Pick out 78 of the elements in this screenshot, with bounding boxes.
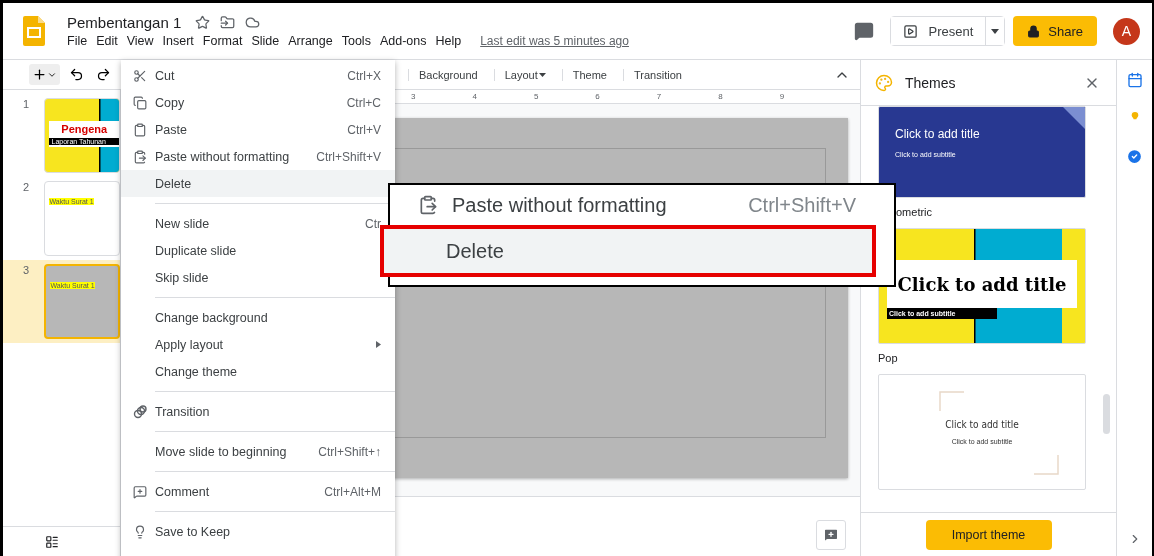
ruler-number: 6 [595, 92, 600, 101]
copy-icon [133, 95, 147, 110]
slides-logo [23, 16, 45, 46]
slide-number: 2 [23, 181, 31, 195]
calendar-icon[interactable] [1126, 72, 1143, 88]
menu-item[interactable]: Change theme [121, 358, 395, 385]
theme-title: Click to add title [895, 127, 981, 141]
slide-number: 1 [23, 98, 31, 112]
present-button[interactable]: Present [891, 17, 987, 45]
lightbulb-icon [133, 524, 147, 539]
document-title[interactable]: Pembentangan 1 [67, 14, 182, 31]
ruler-number: 4 [472, 92, 477, 101]
caret-icon [538, 72, 546, 77]
theme-title: Click to add title [897, 273, 1067, 295]
menu-item[interactable]: Slide [251, 34, 280, 48]
corner-drawing [1063, 107, 1085, 129]
menu-item[interactable]: View [126, 34, 154, 48]
cloud-icon[interactable] [245, 15, 261, 30]
transition-icon [133, 404, 147, 419]
lock-icon [1027, 24, 1041, 38]
comment-add-icon [823, 527, 839, 543]
scissors-icon [133, 68, 147, 83]
clipboard-icon [133, 122, 147, 137]
account-avatar[interactable]: A [1113, 17, 1140, 45]
menu-item[interactable]: Help [435, 34, 462, 48]
tasks-icon[interactable] [1126, 148, 1143, 165]
menu-item[interactable]: Format [202, 34, 243, 48]
plus-icon [32, 67, 47, 82]
menu-item[interactable]: Delete [380, 225, 876, 277]
menu-item[interactable]: Tools [341, 34, 371, 48]
slide-title: Pengena [61, 123, 108, 135]
ruler-number: 9 [779, 92, 785, 101]
folder-icon[interactable] [220, 15, 236, 30]
menu-item[interactable]: Delete [121, 170, 395, 197]
menu-item[interactable]: Apply layout [121, 331, 395, 358]
explore-button[interactable] [816, 520, 846, 550]
scrollbar-thumb[interactable] [1103, 394, 1110, 434]
toolbar-button[interactable]: Transition [623, 68, 692, 81]
import-theme-button[interactable]: Import theme [925, 519, 1052, 550]
new-slide-button[interactable] [29, 64, 60, 85]
theme-name: Pop [878, 352, 898, 364]
star-icon[interactable] [195, 15, 211, 30]
last-edit-link[interactable]: Last edit was 5 minutes ago [480, 34, 629, 48]
menu-item[interactable]: Cut Ctrl+X [121, 62, 395, 89]
menu-item[interactable]: Paste without formatting Ctrl+Shift+V [121, 143, 395, 170]
toolbar-button[interactable]: Background [408, 68, 488, 81]
share-button[interactable]: Share [1013, 16, 1097, 46]
toolbar-button[interactable]: Layout [493, 68, 556, 81]
theme-title: Click to add title [945, 419, 1019, 430]
menu-item[interactable]: Move slide to beginning Ctrl+Shift+↑ [121, 438, 395, 465]
menu-item[interactable]: Transition [121, 398, 395, 425]
clipboard-icon [133, 149, 147, 164]
submenu-arrow-icon [376, 341, 381, 348]
toolbar-button[interactable]: Theme [561, 68, 617, 81]
menu-item[interactable]: Comment Ctrl+Alt+M [121, 478, 395, 505]
menu-item[interactable]: Change background [121, 304, 395, 331]
ruler-number: 8 [718, 92, 723, 101]
grid-view-icon[interactable] [45, 534, 59, 549]
comments-icon[interactable] [854, 21, 875, 41]
menu-item[interactable]: Insert [162, 34, 194, 48]
ruler-number: 3 [411, 92, 416, 101]
comment-add-icon [133, 484, 147, 499]
present-icon [903, 23, 919, 39]
caret-icon [991, 28, 1000, 34]
theme-name: ometric [895, 206, 933, 218]
menu-item[interactable]: Add-ons [379, 34, 427, 48]
ruler-number: 5 [533, 92, 539, 101]
slide-number: 3 [23, 264, 31, 278]
menu-item[interactable]: Paste Ctrl+V [121, 116, 395, 143]
menu-item[interactable]: Save to Keep [121, 518, 395, 545]
menu-item[interactable]: Edit [96, 34, 118, 48]
menu-item[interactable]: Arrange [288, 34, 333, 48]
panel-title: Themes [905, 74, 957, 91]
menu-item[interactable]: Copy Ctrl+C [121, 89, 395, 116]
ruler-number: 7 [656, 92, 662, 101]
clipboard-icon [418, 195, 438, 215]
menu-item[interactable]: File [67, 34, 88, 48]
palette-icon [875, 73, 893, 92]
